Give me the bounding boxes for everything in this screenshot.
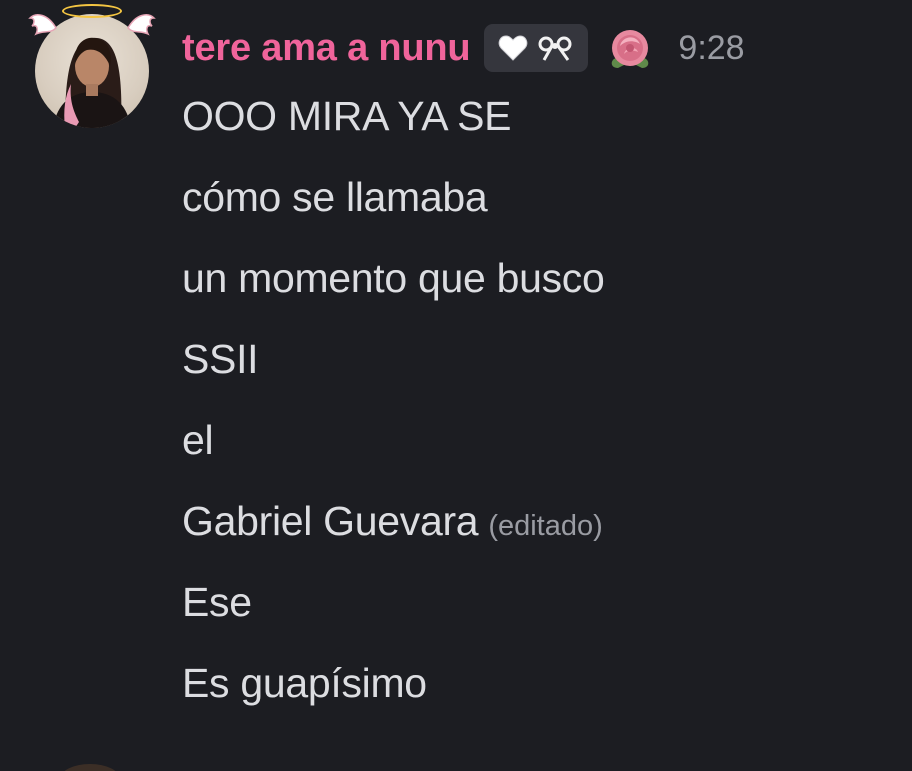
message-line[interactable]: Es guapísimo	[182, 659, 892, 740]
message-line[interactable]: SSII	[182, 335, 892, 416]
bow-icon	[538, 36, 572, 61]
avatar-with-decoration[interactable]	[28, 2, 156, 130]
message-line[interactable]: un momento que busco	[182, 254, 892, 335]
message-line[interactable]: el	[182, 416, 892, 497]
next-message-avatar[interactable]	[60, 764, 120, 771]
message-header: tere ama a nunu 9:28	[182, 22, 745, 74]
tag-badge[interactable]	[484, 24, 589, 72]
wing-icon	[28, 10, 58, 40]
wing-icon	[126, 10, 156, 40]
halo-icon	[62, 4, 122, 18]
message-text: Gabriel Guevara	[182, 498, 479, 544]
message-line-edited[interactable]: Gabriel Guevara (editado)	[182, 497, 892, 578]
username[interactable]: tere ama a nunu	[182, 27, 471, 70]
white-heart-icon	[499, 35, 528, 61]
message-line[interactable]: Ese	[182, 578, 892, 659]
edited-label: (editado)	[488, 510, 603, 542]
message-line[interactable]: cómo se llamaba	[182, 173, 892, 254]
message-content: OOO MIRA YA SE cómo se llamaba un moment…	[182, 92, 892, 740]
message-line[interactable]: OOO MIRA YA SE	[182, 92, 892, 173]
chat-view: tere ama a nunu 9:28 OOO MIRA YA SE cómo…	[0, 0, 912, 771]
rose-icon	[612, 30, 649, 68]
timestamp: 9:28	[678, 28, 745, 67]
